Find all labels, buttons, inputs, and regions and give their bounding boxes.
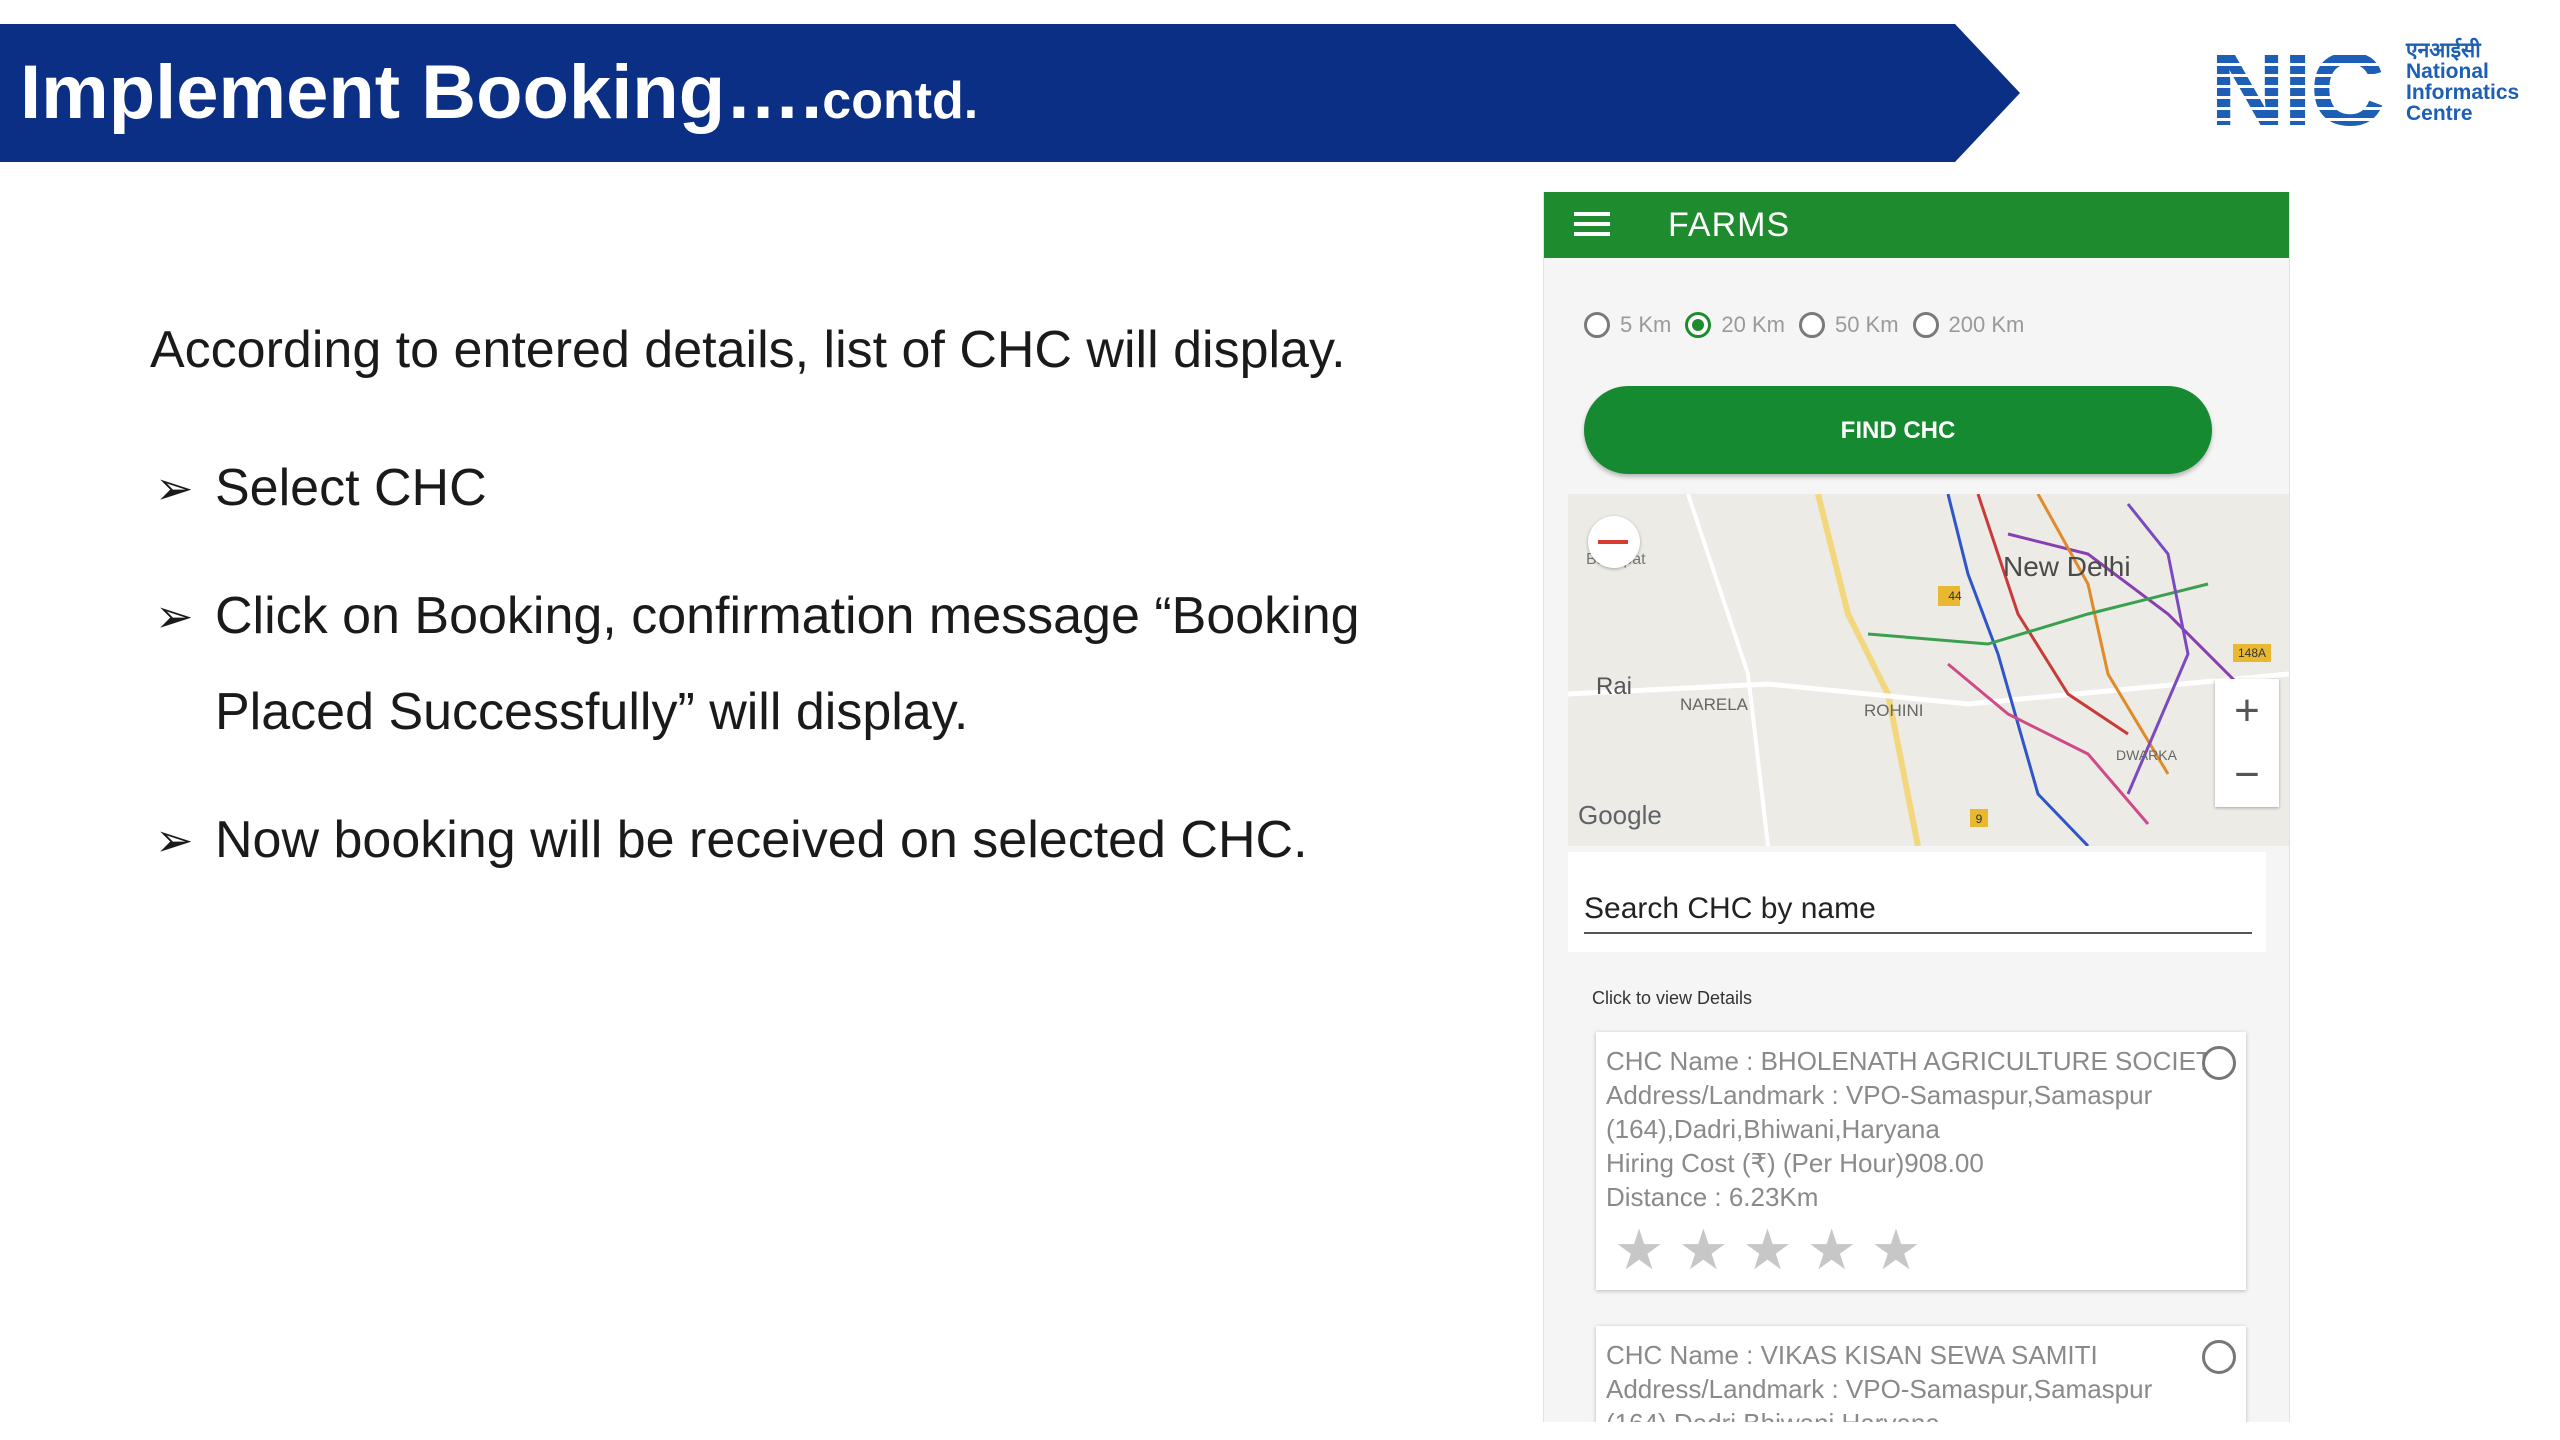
chc-address: Address/Landmark : VPO-Samaspur,Samaspur: [1606, 1080, 2153, 1110]
nic-logo-hindi: एनआईसी: [2406, 39, 2481, 62]
radio-button-selected[interactable]: [1685, 312, 1712, 338]
bullet-item: ➢ Now booking will be received on select…: [155, 792, 1485, 888]
intro-text: According to entered details, list of CH…: [150, 321, 1346, 379]
map-label-narela: NARELA: [1680, 695, 1749, 714]
chc-select-radio[interactable]: [2202, 1340, 2236, 1374]
map-label-nh9: 9: [1976, 812, 1983, 826]
compass-icon[interactable]: [1588, 516, 1640, 568]
chc-card-body: CHC Name : VIKAS KISAN SEWA SAMITI Addre…: [1596, 1326, 2246, 1422]
nic-logo-line-2: Informatics: [2406, 81, 2520, 104]
radius-options: 5 Km 20 Km 50 Km 200 Km: [1584, 312, 2038, 338]
zoom-out-button[interactable]: −: [2215, 743, 2279, 807]
radius-label: 50 Km: [1834, 312, 1899, 337]
chc-distance: Distance : 6.23Km: [1606, 1182, 1819, 1212]
nic-logo: NIC एनआईसी National Informatics Centre: [2210, 32, 2530, 148]
star-icon[interactable]: ★: [1742, 1222, 1792, 1278]
map-label-rai: Rai: [1596, 673, 1632, 700]
star-icon[interactable]: ★: [1807, 1222, 1857, 1278]
bullet-text: Now booking will be received on selected…: [215, 811, 1308, 869]
map-label-nh44: 44: [1948, 589, 1962, 603]
chc-card-body: CHC Name : BHOLENATH AGRICULTURE SOCIETY…: [1596, 1032, 2246, 1214]
nic-logo-text: एनआईसी National Informatics Centre: [2406, 40, 2519, 124]
radius-label: 5 Km: [1620, 312, 1672, 337]
map-label-rohini: ROHINI: [1864, 701, 1924, 720]
details-hint: Click to view Details: [1592, 988, 1753, 1008]
arrow-bullet-icon: ➢: [155, 814, 194, 866]
arrow-bullet-icon: ➢: [155, 462, 194, 514]
app-screenshot: FARMS 5 Km 20 Km 50 Km 200 Km FIND CHC 4…: [1543, 192, 2290, 1422]
star-icon[interactable]: ★: [1871, 1222, 1921, 1278]
chc-card[interactable]: CHC Name : VIKAS KISAN SEWA SAMITI Addre…: [1596, 1326, 2246, 1422]
chc-address-cont: (164),Dadri,Bhiwani,Haryana: [1606, 1406, 2236, 1422]
bullet-item: ➢ Click on Booking, confirmation message…: [155, 568, 1485, 760]
google-logo: Google: [1578, 800, 1662, 830]
slide-title: Implement Booking….contd.: [20, 24, 978, 162]
map-label-nh148a: 148A: [2238, 646, 2266, 660]
map-roads: 44 148A 9 New Delhi Rai NARELA ROHINI DW…: [1568, 494, 2289, 846]
radio-button[interactable]: [1584, 312, 1610, 338]
chc-name: CHC Name : VIKAS KISAN SEWA SAMITI: [1606, 1340, 2098, 1370]
radius-label: 20 Km: [1721, 312, 1785, 337]
star-icon[interactable]: ★: [1614, 1222, 1664, 1278]
app-title: FARMS: [1668, 206, 1791, 244]
star-icon[interactable]: ★: [1678, 1222, 1728, 1278]
chc-address: Address/Landmark : VPO-Samaspur,Samaspur: [1606, 1374, 2153, 1404]
chc-address-cont: (164),Dadri,Bhiwani,Haryana: [1606, 1114, 1940, 1144]
chc-name: CHC Name : BHOLENATH AGRICULTURE SOCIETY: [1606, 1046, 2230, 1076]
radio-button[interactable]: [1912, 312, 1939, 338]
search-chc-input[interactable]: [1584, 886, 2252, 934]
radius-option-5km[interactable]: 5 Km: [1584, 312, 1671, 338]
radius-option-50km[interactable]: 50 Km: [1798, 312, 1899, 338]
radio-button[interactable]: [1798, 312, 1825, 338]
bullet-item: ➢ Select CHC: [155, 440, 1485, 536]
app-bar: FARMS: [1544, 192, 2289, 258]
zoom-in-button[interactable]: +: [2215, 679, 2279, 743]
search-container: [1568, 852, 2266, 952]
find-chc-button[interactable]: FIND CHC: [1584, 386, 2212, 474]
slide-title-sub: contd.: [822, 72, 979, 130]
zoom-control: + −: [2215, 679, 2279, 807]
map-view[interactable]: 44 148A 9 New Delhi Rai NARELA ROHINI DW…: [1568, 494, 2289, 846]
menu-icon[interactable]: [1574, 212, 1610, 236]
chc-hiring-cost: Hiring Cost (₹) (Per Hour)908.00: [1606, 1148, 1984, 1178]
bullet-text: Click on Booking, confirmation message “…: [215, 587, 1360, 741]
bullet-list: ➢ Select CHC ➢ Click on Booking, confirm…: [155, 440, 1485, 920]
chc-select-radio[interactable]: [2202, 1046, 2236, 1080]
chc-card[interactable]: CHC Name : BHOLENATH AGRICULTURE SOCIETY…: [1596, 1032, 2246, 1290]
rating-stars[interactable]: ★ ★ ★ ★ ★: [1596, 1214, 2246, 1290]
map-label-dwarka: DWARKA: [2116, 747, 2178, 763]
nic-logo-line-1: National: [2406, 60, 2489, 83]
bullet-text: Select CHC: [215, 459, 487, 517]
nic-logo-line-3: Centre: [2406, 102, 2473, 125]
map-label-new-delhi: New Delhi: [2003, 551, 2131, 582]
slide-title-main: Implement Booking….: [20, 50, 823, 135]
radius-option-20km[interactable]: 20 Km: [1685, 312, 1785, 338]
radius-label: 200 Km: [1948, 312, 2025, 337]
nic-logo-mark: NIC: [2210, 32, 2385, 148]
radius-option-200km[interactable]: 200 Km: [1912, 312, 2025, 338]
arrow-bullet-icon: ➢: [155, 590, 194, 642]
